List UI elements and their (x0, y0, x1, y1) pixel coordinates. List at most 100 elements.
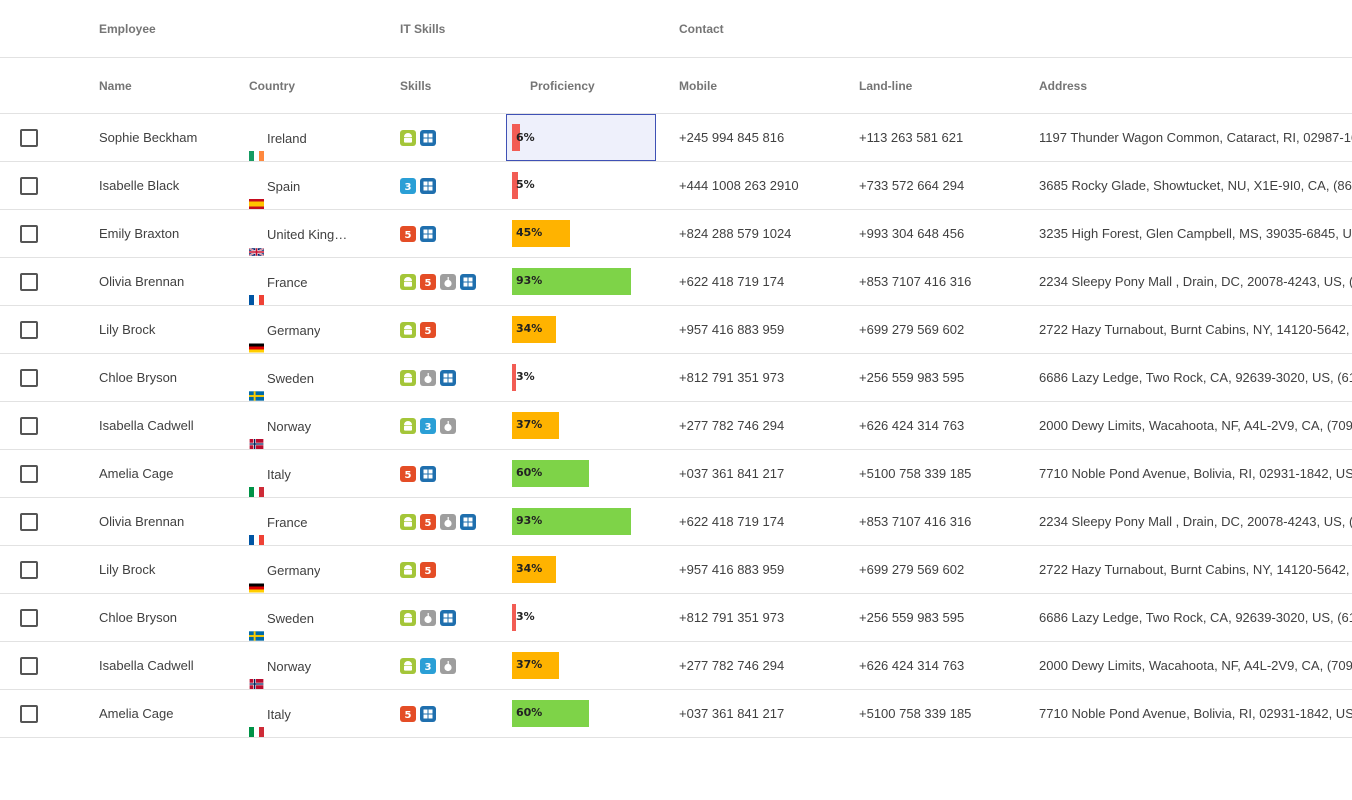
name-cell[interactable]: Amelia Cage (99, 690, 239, 737)
landline-cell[interactable]: +853 7107 416 316 (859, 258, 1029, 305)
name-cell[interactable]: Isabella Cadwell (99, 402, 239, 449)
skills-cell[interactable] (400, 354, 500, 401)
row-checkbox[interactable] (20, 657, 38, 675)
name-cell[interactable]: Emily Braxton (99, 210, 239, 257)
landline-cell[interactable]: +626 424 314 763 (859, 402, 1029, 449)
column-header-proficiency[interactable]: Proficiency (530, 79, 595, 93)
table-row[interactable]: Lily Brock Germany 5 34% +957 416 883 95… (0, 306, 1352, 354)
name-cell[interactable]: Isabelle Black (99, 162, 239, 209)
country-cell[interactable]: Sweden (249, 354, 353, 401)
skills-cell[interactable] (400, 114, 500, 161)
landline-cell[interactable]: +5100 758 339 185 (859, 690, 1029, 737)
proficiency-cell[interactable]: 45% (506, 210, 656, 257)
name-cell[interactable]: Lily Brock (99, 306, 239, 353)
mobile-cell[interactable]: +957 416 883 959 (679, 306, 849, 353)
skills-cell[interactable]: 5 (400, 450, 500, 497)
table-row[interactable]: Olivia Brennan France 5 93% +622 418 719… (0, 498, 1352, 546)
address-cell[interactable]: 6686 Lazy Ledge, Two Rock, CA, 92639-302… (1039, 354, 1352, 401)
name-cell[interactable]: Chloe Bryson (99, 594, 239, 641)
address-cell[interactable]: 2234 Sleepy Pony Mall , Drain, DC, 20078… (1039, 498, 1352, 545)
skills-cell[interactable]: 5 (400, 546, 500, 593)
column-header-landline[interactable]: Land-line (859, 79, 912, 93)
proficiency-cell[interactable]: 3% (506, 594, 656, 641)
skills-cell[interactable]: 3 (400, 642, 500, 689)
table-row[interactable]: Emily Braxton United Kingd… 5 45% +824 2… (0, 210, 1352, 258)
proficiency-cell[interactable]: 60% (506, 690, 656, 737)
mobile-cell[interactable]: +824 288 579 1024 (679, 210, 849, 257)
address-cell[interactable]: 2722 Hazy Turnabout, Burnt Cabins, NY, 1… (1039, 306, 1352, 353)
landline-cell[interactable]: +853 7107 416 316 (859, 498, 1029, 545)
mobile-cell[interactable]: +622 418 719 174 (679, 498, 849, 545)
address-cell[interactable]: 2722 Hazy Turnabout, Burnt Cabins, NY, 1… (1039, 546, 1352, 593)
row-checkbox[interactable] (20, 465, 38, 483)
country-cell[interactable]: Sweden (249, 594, 353, 641)
name-cell[interactable]: Chloe Bryson (99, 354, 239, 401)
skills-cell[interactable]: 5 (400, 258, 500, 305)
name-cell[interactable]: Sophie Beckham (99, 114, 239, 161)
proficiency-cell[interactable]: 34% (506, 546, 656, 593)
country-cell[interactable]: France (249, 498, 353, 545)
name-cell[interactable]: Olivia Brennan (99, 258, 239, 305)
landline-cell[interactable]: +5100 758 339 185 (859, 450, 1029, 497)
skills-cell[interactable]: 5 (400, 498, 500, 545)
address-cell[interactable]: 6686 Lazy Ledge, Two Rock, CA, 92639-302… (1039, 594, 1352, 641)
column-header-name[interactable]: Name (99, 79, 132, 93)
group-header-contact[interactable]: Contact (679, 22, 724, 36)
proficiency-cell[interactable]: 93% (506, 498, 656, 545)
mobile-cell[interactable]: +037 361 841 217 (679, 450, 849, 497)
address-cell[interactable]: 1197 Thunder Wagon Common, Cataract, RI,… (1039, 114, 1352, 161)
row-checkbox[interactable] (20, 177, 38, 195)
skills-cell[interactable]: 5 (400, 210, 500, 257)
group-header-it-skills[interactable]: IT Skills (400, 22, 445, 36)
table-row[interactable]: Isabelle Black Spain 3 5% +444 1008 263 … (0, 162, 1352, 210)
row-checkbox[interactable] (20, 513, 38, 531)
landline-cell[interactable]: +113 263 581 621 (859, 114, 1029, 161)
address-cell[interactable]: 2000 Dewy Limits, Wacahoota, NF, A4L-2V9… (1039, 402, 1352, 449)
row-checkbox[interactable] (20, 225, 38, 243)
landline-cell[interactable]: +626 424 314 763 (859, 642, 1029, 689)
table-row[interactable]: Chloe Bryson Sweden 3% +812 791 351 973 … (0, 354, 1352, 402)
proficiency-cell[interactable]: 37% (506, 642, 656, 689)
table-row[interactable]: Chloe Bryson Sweden 3% +812 791 351 973 … (0, 594, 1352, 642)
mobile-cell[interactable]: +957 416 883 959 (679, 546, 849, 593)
group-header-employee[interactable]: Employee (99, 22, 156, 36)
skills-cell[interactable]: 3 (400, 402, 500, 449)
country-cell[interactable]: United Kingd… (249, 210, 353, 257)
row-checkbox[interactable] (20, 561, 38, 579)
row-checkbox[interactable] (20, 705, 38, 723)
table-row[interactable]: Amelia Cage Italy 5 60% +037 361 841 217… (0, 450, 1352, 498)
landline-cell[interactable]: +699 279 569 602 (859, 306, 1029, 353)
country-cell[interactable]: Norway (249, 642, 353, 689)
row-checkbox[interactable] (20, 129, 38, 147)
country-cell[interactable]: Norway (249, 402, 353, 449)
skills-cell[interactable]: 5 (400, 306, 500, 353)
address-cell[interactable]: 3685 Rocky Glade, Showtucket, NU, X1E-9I… (1039, 162, 1352, 209)
mobile-cell[interactable]: +444 1008 263 2910 (679, 162, 849, 209)
proficiency-cell[interactable]: 60% (506, 450, 656, 497)
table-row[interactable]: Isabella Cadwell Norway 3 37% +277 782 7… (0, 642, 1352, 690)
mobile-cell[interactable]: +812 791 351 973 (679, 354, 849, 401)
row-checkbox[interactable] (20, 609, 38, 627)
country-cell[interactable]: Italy (249, 690, 353, 737)
row-checkbox[interactable] (20, 369, 38, 387)
name-cell[interactable]: Isabella Cadwell (99, 642, 239, 689)
skills-cell[interactable]: 3 (400, 162, 500, 209)
table-row[interactable]: Olivia Brennan France 5 93% +622 418 719… (0, 258, 1352, 306)
mobile-cell[interactable]: +245 994 845 816 (679, 114, 849, 161)
table-row[interactable]: Sophie Beckham Ireland 6% +245 994 845 8… (0, 114, 1352, 162)
mobile-cell[interactable]: +277 782 746 294 (679, 642, 849, 689)
landline-cell[interactable]: +256 559 983 595 (859, 594, 1029, 641)
address-cell[interactable]: 7710 Noble Pond Avenue, Bolivia, RI, 029… (1039, 690, 1352, 737)
proficiency-cell[interactable]: 34% (506, 306, 656, 353)
mobile-cell[interactable]: +037 361 841 217 (679, 690, 849, 737)
table-row[interactable]: Amelia Cage Italy 5 60% +037 361 841 217… (0, 690, 1352, 738)
address-cell[interactable]: 3235 High Forest, Glen Campbell, MS, 390… (1039, 210, 1352, 257)
address-cell[interactable]: 2000 Dewy Limits, Wacahoota, NF, A4L-2V9… (1039, 642, 1352, 689)
mobile-cell[interactable]: +622 418 719 174 (679, 258, 849, 305)
name-cell[interactable]: Lily Brock (99, 546, 239, 593)
landline-cell[interactable]: +733 572 664 294 (859, 162, 1029, 209)
skills-cell[interactable]: 5 (400, 690, 500, 737)
address-cell[interactable]: 2234 Sleepy Pony Mall , Drain, DC, 20078… (1039, 258, 1352, 305)
landline-cell[interactable]: +993 304 648 456 (859, 210, 1029, 257)
country-cell[interactable]: Italy (249, 450, 353, 497)
